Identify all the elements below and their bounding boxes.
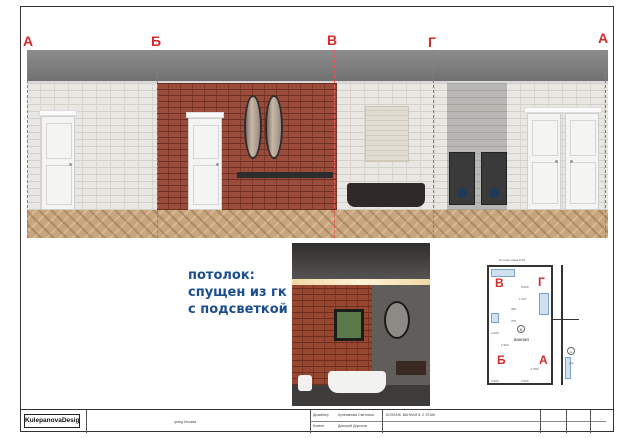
wall-elevation bbox=[27, 50, 608, 238]
plan-wall bbox=[487, 383, 553, 385]
project-name: гранд Москва bbox=[174, 420, 197, 424]
plan-wall bbox=[487, 265, 553, 267]
plan-fixture-vanity bbox=[539, 293, 549, 315]
plan-dim: 1.500 bbox=[531, 367, 539, 371]
plan-wall bbox=[487, 265, 489, 385]
door-panel bbox=[193, 165, 219, 205]
axis-label-g: Г bbox=[428, 34, 436, 50]
plan-dim: 4.200 bbox=[491, 331, 499, 335]
ceiling-note: потолок: спущен из гк с подсветкой bbox=[188, 267, 298, 318]
oval-mirror-left bbox=[244, 95, 262, 159]
door-knob bbox=[216, 163, 219, 166]
freestanding-tub bbox=[347, 183, 425, 207]
door-panel bbox=[532, 120, 558, 156]
ceiling-note-line3: с подсветкой bbox=[188, 302, 288, 317]
plan-dim: 375 bbox=[511, 319, 517, 323]
plan-room-number-2: 1 bbox=[567, 347, 575, 355]
plan-dim: 1.900 bbox=[501, 343, 509, 347]
plan-dim: 2.000 bbox=[491, 379, 499, 383]
door-panel bbox=[532, 162, 558, 204]
door-knob bbox=[570, 160, 573, 163]
plan-wall bbox=[553, 319, 579, 320]
door-panel bbox=[46, 123, 72, 159]
wc-installation-right bbox=[481, 152, 507, 205]
plan-dim: 2.000 bbox=[521, 379, 529, 383]
door-panel bbox=[193, 125, 219, 159]
title-block: KulepanovaDesign гранд Москва Дизайнер К… bbox=[20, 409, 614, 433]
roman-blind bbox=[365, 106, 409, 162]
reference-photo bbox=[292, 243, 430, 406]
plan-room-number: 8 bbox=[517, 325, 525, 333]
axis-line-a-left bbox=[27, 50, 28, 238]
sheet-title: КОЛЛАЖ. ВАННАЯ 8. 2 ЭТАЖ bbox=[386, 413, 436, 417]
plan-room-name: ванная bbox=[514, 337, 529, 342]
wc-installation-left bbox=[449, 152, 475, 205]
studio-logo: KulepanovaDesign bbox=[24, 414, 80, 428]
axis-line-v bbox=[334, 50, 335, 238]
axis-line-g bbox=[433, 50, 434, 238]
door-right-2 bbox=[565, 113, 599, 210]
ceiling-strip bbox=[27, 50, 608, 83]
door-panel bbox=[570, 162, 596, 204]
door-knob bbox=[69, 163, 72, 166]
axis-label-a-left: А bbox=[23, 33, 34, 49]
role-client: Клиент bbox=[313, 424, 325, 428]
role-designer: Дизайнер bbox=[313, 413, 329, 417]
plan-dim: 5.000 bbox=[521, 285, 529, 289]
axis-line-a-right bbox=[605, 50, 606, 238]
ceiling-note-line1: потолок: bbox=[188, 268, 255, 283]
door-left bbox=[41, 116, 75, 210]
ceiling-note-line2: спущен из гк bbox=[188, 285, 287, 300]
plan-right-note: кор. bbox=[569, 361, 575, 365]
plan-header-note: Ж план этажа 8.20 bbox=[499, 258, 525, 262]
axis-label-v: В bbox=[327, 32, 338, 48]
axis-label-a-right: А bbox=[598, 30, 609, 46]
plan-label-g: Г bbox=[538, 275, 545, 289]
floor-plan: Ж план этажа 8.20 В Г Б А 1.247 5.000 1.… bbox=[481, 257, 585, 391]
axis-line-b bbox=[157, 50, 158, 238]
plan-label-a: А bbox=[539, 353, 548, 367]
client-name: Дмитрий Дорохов bbox=[338, 424, 367, 428]
door-panel bbox=[570, 120, 596, 156]
door-knob bbox=[555, 160, 558, 163]
plan-dim: 1.247 bbox=[519, 297, 527, 301]
herringbone-floor bbox=[27, 210, 608, 238]
plan-fixture-wc bbox=[491, 313, 499, 323]
axis-label-b: Б bbox=[151, 33, 162, 49]
door-panel bbox=[46, 165, 72, 205]
vanity-counter bbox=[237, 172, 333, 178]
designer-name: Кулепанова Светлана bbox=[338, 413, 374, 417]
plan-label-v: В bbox=[495, 276, 504, 290]
plan-dim: 360 bbox=[511, 307, 517, 311]
plan-wall bbox=[561, 265, 563, 385]
oval-mirror-right bbox=[265, 95, 283, 159]
door-b bbox=[188, 118, 222, 210]
door-right-1 bbox=[527, 113, 561, 210]
plan-label-b: Б bbox=[497, 353, 506, 367]
plan-wall bbox=[551, 265, 553, 385]
